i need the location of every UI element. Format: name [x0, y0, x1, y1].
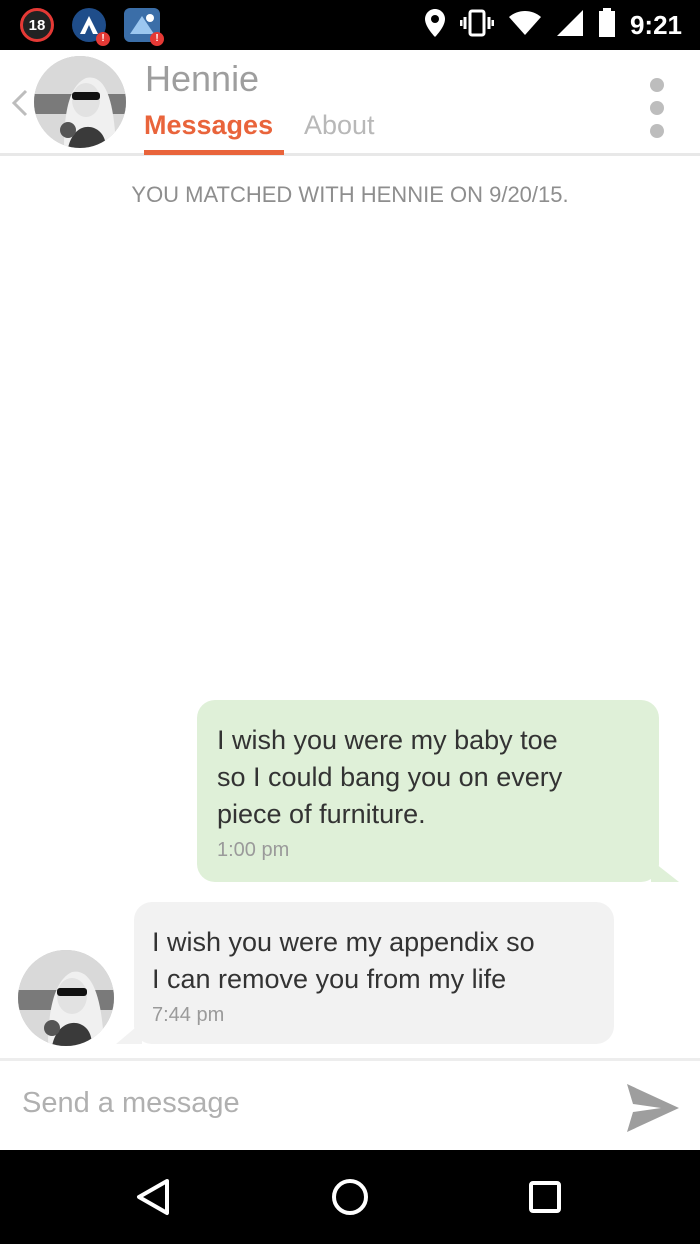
recents-square-icon: [529, 1181, 561, 1213]
app-a-icon: !: [72, 8, 110, 46]
back-triangle-icon: [137, 1179, 169, 1215]
message-timestamp: 1:00 pm: [217, 839, 290, 861]
send-icon: [627, 1084, 679, 1132]
chat-header: Hennie Messages About: [0, 50, 700, 156]
message-input[interactable]: [22, 1087, 582, 1120]
back-chevron-icon[interactable]: [8, 88, 32, 118]
nav-recents-button[interactable]: [522, 1174, 568, 1220]
more-options-icon[interactable]: [650, 78, 664, 138]
message-text: I wish you were my appendix so I can rem…: [152, 927, 535, 994]
match-name: Hennie: [145, 58, 260, 99]
message-composer: [0, 1058, 700, 1150]
status-notifications: 18 ! !: [20, 8, 164, 46]
match-avatar[interactable]: [34, 56, 126, 148]
nav-home-button[interactable]: [327, 1174, 373, 1220]
sender-avatar[interactable]: [18, 950, 114, 1046]
outgoing-message-bubble[interactable]: I wish you were my baby toe so I could b…: [197, 700, 679, 882]
status-bar: 18 ! ! 9:21: [0, 0, 700, 50]
system-nav-bar: [0, 1150, 700, 1244]
clock-time: 9:21: [629, 9, 682, 40]
match-notice: YOU MATCHED WITH HENNIE ON 9/20/15.: [131, 182, 569, 207]
battery-icon: [598, 7, 616, 43]
vibrate-icon: [459, 9, 495, 42]
signal-icon: [556, 9, 584, 42]
notification-count-badge: 18: [20, 8, 54, 42]
send-button[interactable]: [624, 1079, 682, 1137]
wifi-icon: [508, 10, 542, 41]
home-circle-icon: [332, 1179, 368, 1215]
active-tab-indicator: [144, 150, 284, 155]
message-text: I wish you were my baby toe so I could b…: [217, 725, 563, 829]
incoming-message-bubble[interactable]: I wish you were my appendix so I can rem…: [116, 902, 614, 1044]
bubble-tail: [116, 1022, 142, 1044]
app-b-icon: !: [124, 8, 164, 46]
tab-messages[interactable]: Messages: [144, 110, 273, 141]
message-timestamp: 7:44 pm: [152, 1004, 225, 1026]
bubble-tail: [651, 860, 679, 882]
nav-back-button[interactable]: [130, 1174, 176, 1220]
status-system-icons: 9:21: [424, 7, 682, 43]
location-icon: [424, 8, 446, 43]
tab-about[interactable]: About: [304, 110, 375, 141]
